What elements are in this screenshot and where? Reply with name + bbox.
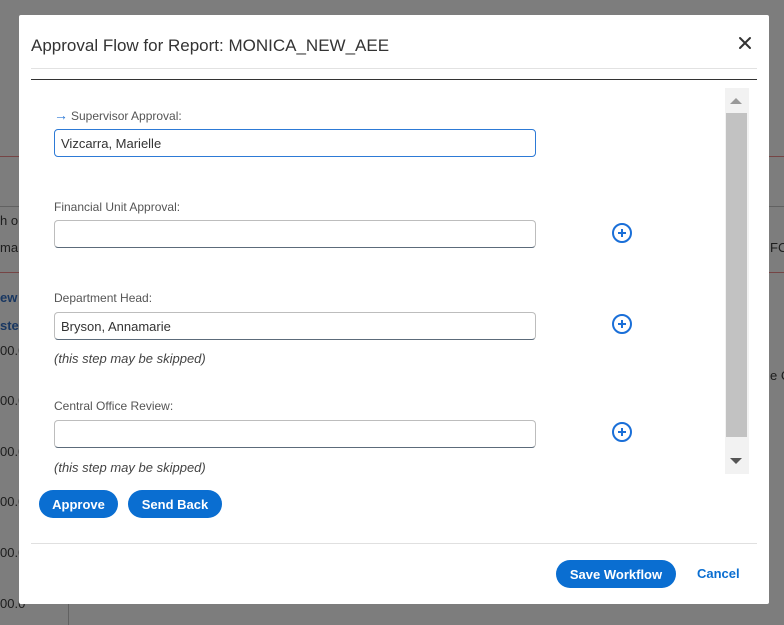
approve-button[interactable]: Approve	[39, 490, 118, 518]
skip-hint: (this step may be skipped)	[54, 351, 206, 366]
close-icon[interactable]	[735, 33, 755, 53]
add-financial-unit-approver-icon[interactable]	[612, 223, 632, 243]
title-divider	[31, 68, 757, 69]
skip-hint: (this step may be skipped)	[54, 460, 206, 475]
add-department-head-icon[interactable]	[612, 314, 632, 334]
cancel-button[interactable]: Cancel	[697, 566, 740, 581]
department-head-field[interactable]	[54, 312, 536, 340]
scroll-down-icon[interactable]	[730, 458, 742, 464]
financial-unit-approval-field[interactable]	[54, 220, 536, 248]
approval-steps: →Supervisor Approval: Financial Unit App…	[31, 87, 751, 477]
save-workflow-button[interactable]: Save Workflow	[556, 560, 676, 588]
dialog-title: Approval Flow for Report: MONICA_NEW_AEE	[31, 36, 390, 55]
department-head-label: Department Head:	[54, 291, 153, 305]
send-back-button[interactable]: Send Back	[128, 490, 222, 518]
add-central-office-reviewer-icon[interactable]	[612, 422, 632, 442]
scrollbar-thumb[interactable]	[726, 113, 747, 437]
approval-flow-dialog: Approval Flow for Report: MONICA_NEW_AEE…	[19, 15, 769, 604]
title-divider	[31, 79, 757, 80]
footer-divider	[31, 543, 757, 544]
central-office-review-label: Central Office Review:	[54, 399, 174, 413]
current-step-arrow-icon: →	[54, 107, 68, 123]
supervisor-approval-label: → Supervisor Approval:	[54, 107, 182, 123]
central-office-review-field[interactable]	[54, 420, 536, 448]
scroll-up-icon[interactable]	[730, 98, 742, 104]
supervisor-approval-field[interactable]	[54, 129, 536, 157]
scrollbar[interactable]	[725, 88, 749, 474]
financial-unit-approval-label: Financial Unit Approval:	[54, 200, 181, 214]
